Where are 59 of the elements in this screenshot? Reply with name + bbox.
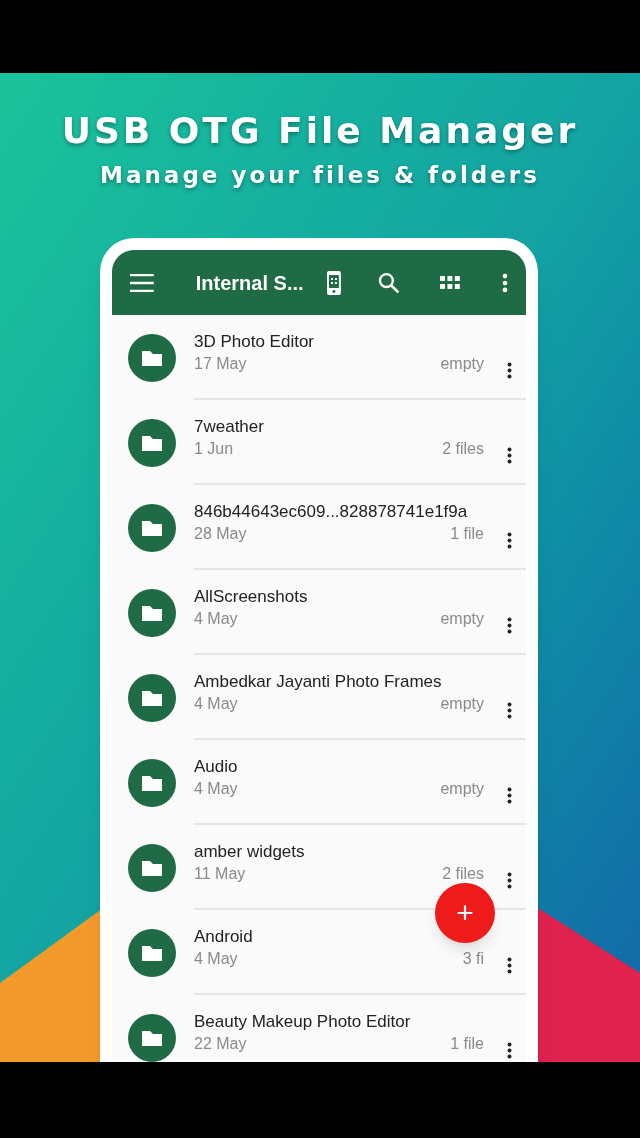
folder-date: 22 May bbox=[194, 1033, 247, 1054]
more-icon[interactable] bbox=[507, 872, 512, 889]
folder-name: AllScreenshots bbox=[194, 585, 308, 608]
folder-icon bbox=[128, 843, 176, 892]
folder-name: Beauty Makeup Photo Editor bbox=[194, 1010, 411, 1033]
item-count: empty bbox=[440, 693, 484, 714]
folder-name: 3D Photo Editor bbox=[194, 330, 314, 353]
folder-row[interactable]: 7weather 1 Jun 2 files bbox=[112, 400, 526, 485]
folder-name: amber widgets bbox=[194, 840, 305, 863]
item-count: 2 files bbox=[442, 438, 484, 459]
folder-name: Ambedkar Jayanti Photo Frames bbox=[194, 670, 442, 693]
more-icon[interactable] bbox=[507, 362, 512, 379]
folder-date: 4 May bbox=[194, 778, 238, 799]
tagline: Manage your files & folders bbox=[100, 161, 540, 190]
more-icon[interactable] bbox=[507, 957, 512, 974]
folder-date: 17 May bbox=[194, 353, 247, 374]
folder-date: 1 Jun bbox=[194, 438, 234, 459]
item-count: empty bbox=[440, 608, 484, 629]
add-button[interactable]: + bbox=[435, 883, 495, 943]
folder-icon bbox=[128, 333, 176, 382]
more-icon[interactable] bbox=[507, 787, 512, 804]
folder-row[interactable]: Audio 4 May empty bbox=[112, 740, 526, 825]
item-count: empty bbox=[440, 778, 484, 799]
item-count: 2 files bbox=[442, 863, 484, 884]
folder-name: Android bbox=[194, 925, 253, 948]
folder-name: Audio bbox=[194, 755, 238, 778]
folder-row[interactable]: Ambedkar Jayanti Photo Frames 4 May empty bbox=[112, 655, 526, 740]
folder-name: 846b44643ec609...828878741e1f9a bbox=[194, 500, 468, 523]
folder-name: 7weather bbox=[194, 415, 264, 438]
folder-date: 4 May bbox=[194, 693, 238, 714]
item-count: 1 file bbox=[450, 523, 484, 544]
item-count: empty bbox=[440, 353, 484, 374]
folder-icon bbox=[128, 673, 176, 722]
app-title: Internal S... bbox=[195, 270, 304, 296]
folder-icon bbox=[128, 418, 176, 467]
more-icon[interactable] bbox=[507, 447, 512, 464]
folder-icon bbox=[128, 588, 176, 637]
more-icon[interactable] bbox=[507, 702, 512, 719]
folder-icon bbox=[128, 928, 176, 977]
folder-row[interactable]: AllScreenshots 4 May empty bbox=[112, 570, 526, 655]
folder-date: 4 May bbox=[194, 608, 238, 629]
search-icon[interactable] bbox=[378, 271, 401, 294]
folder-date: 28 May bbox=[194, 523, 247, 544]
more-icon[interactable] bbox=[507, 1042, 512, 1059]
more-icon[interactable] bbox=[502, 272, 508, 293]
folder-date: 4 May bbox=[194, 948, 238, 969]
headline: USB OTG File Manager bbox=[61, 109, 579, 153]
folder-row[interactable]: 3D Photo Editor 17 May empty bbox=[112, 315, 526, 400]
folder-row[interactable]: 846b44643ec609...828878741e1f9a 28 May 1 file bbox=[112, 485, 526, 570]
more-icon[interactable] bbox=[507, 617, 512, 634]
item-count: 3 fi bbox=[462, 948, 484, 969]
grid-view-icon[interactable] bbox=[440, 276, 461, 289]
phone-icon[interactable] bbox=[325, 269, 342, 296]
folder-icon bbox=[128, 503, 176, 552]
item-count: 1 file bbox=[450, 1033, 484, 1054]
more-icon[interactable] bbox=[507, 532, 512, 549]
folder-date: 11 May bbox=[194, 863, 246, 884]
folder-icon bbox=[128, 758, 176, 807]
menu-icon[interactable] bbox=[130, 273, 154, 292]
